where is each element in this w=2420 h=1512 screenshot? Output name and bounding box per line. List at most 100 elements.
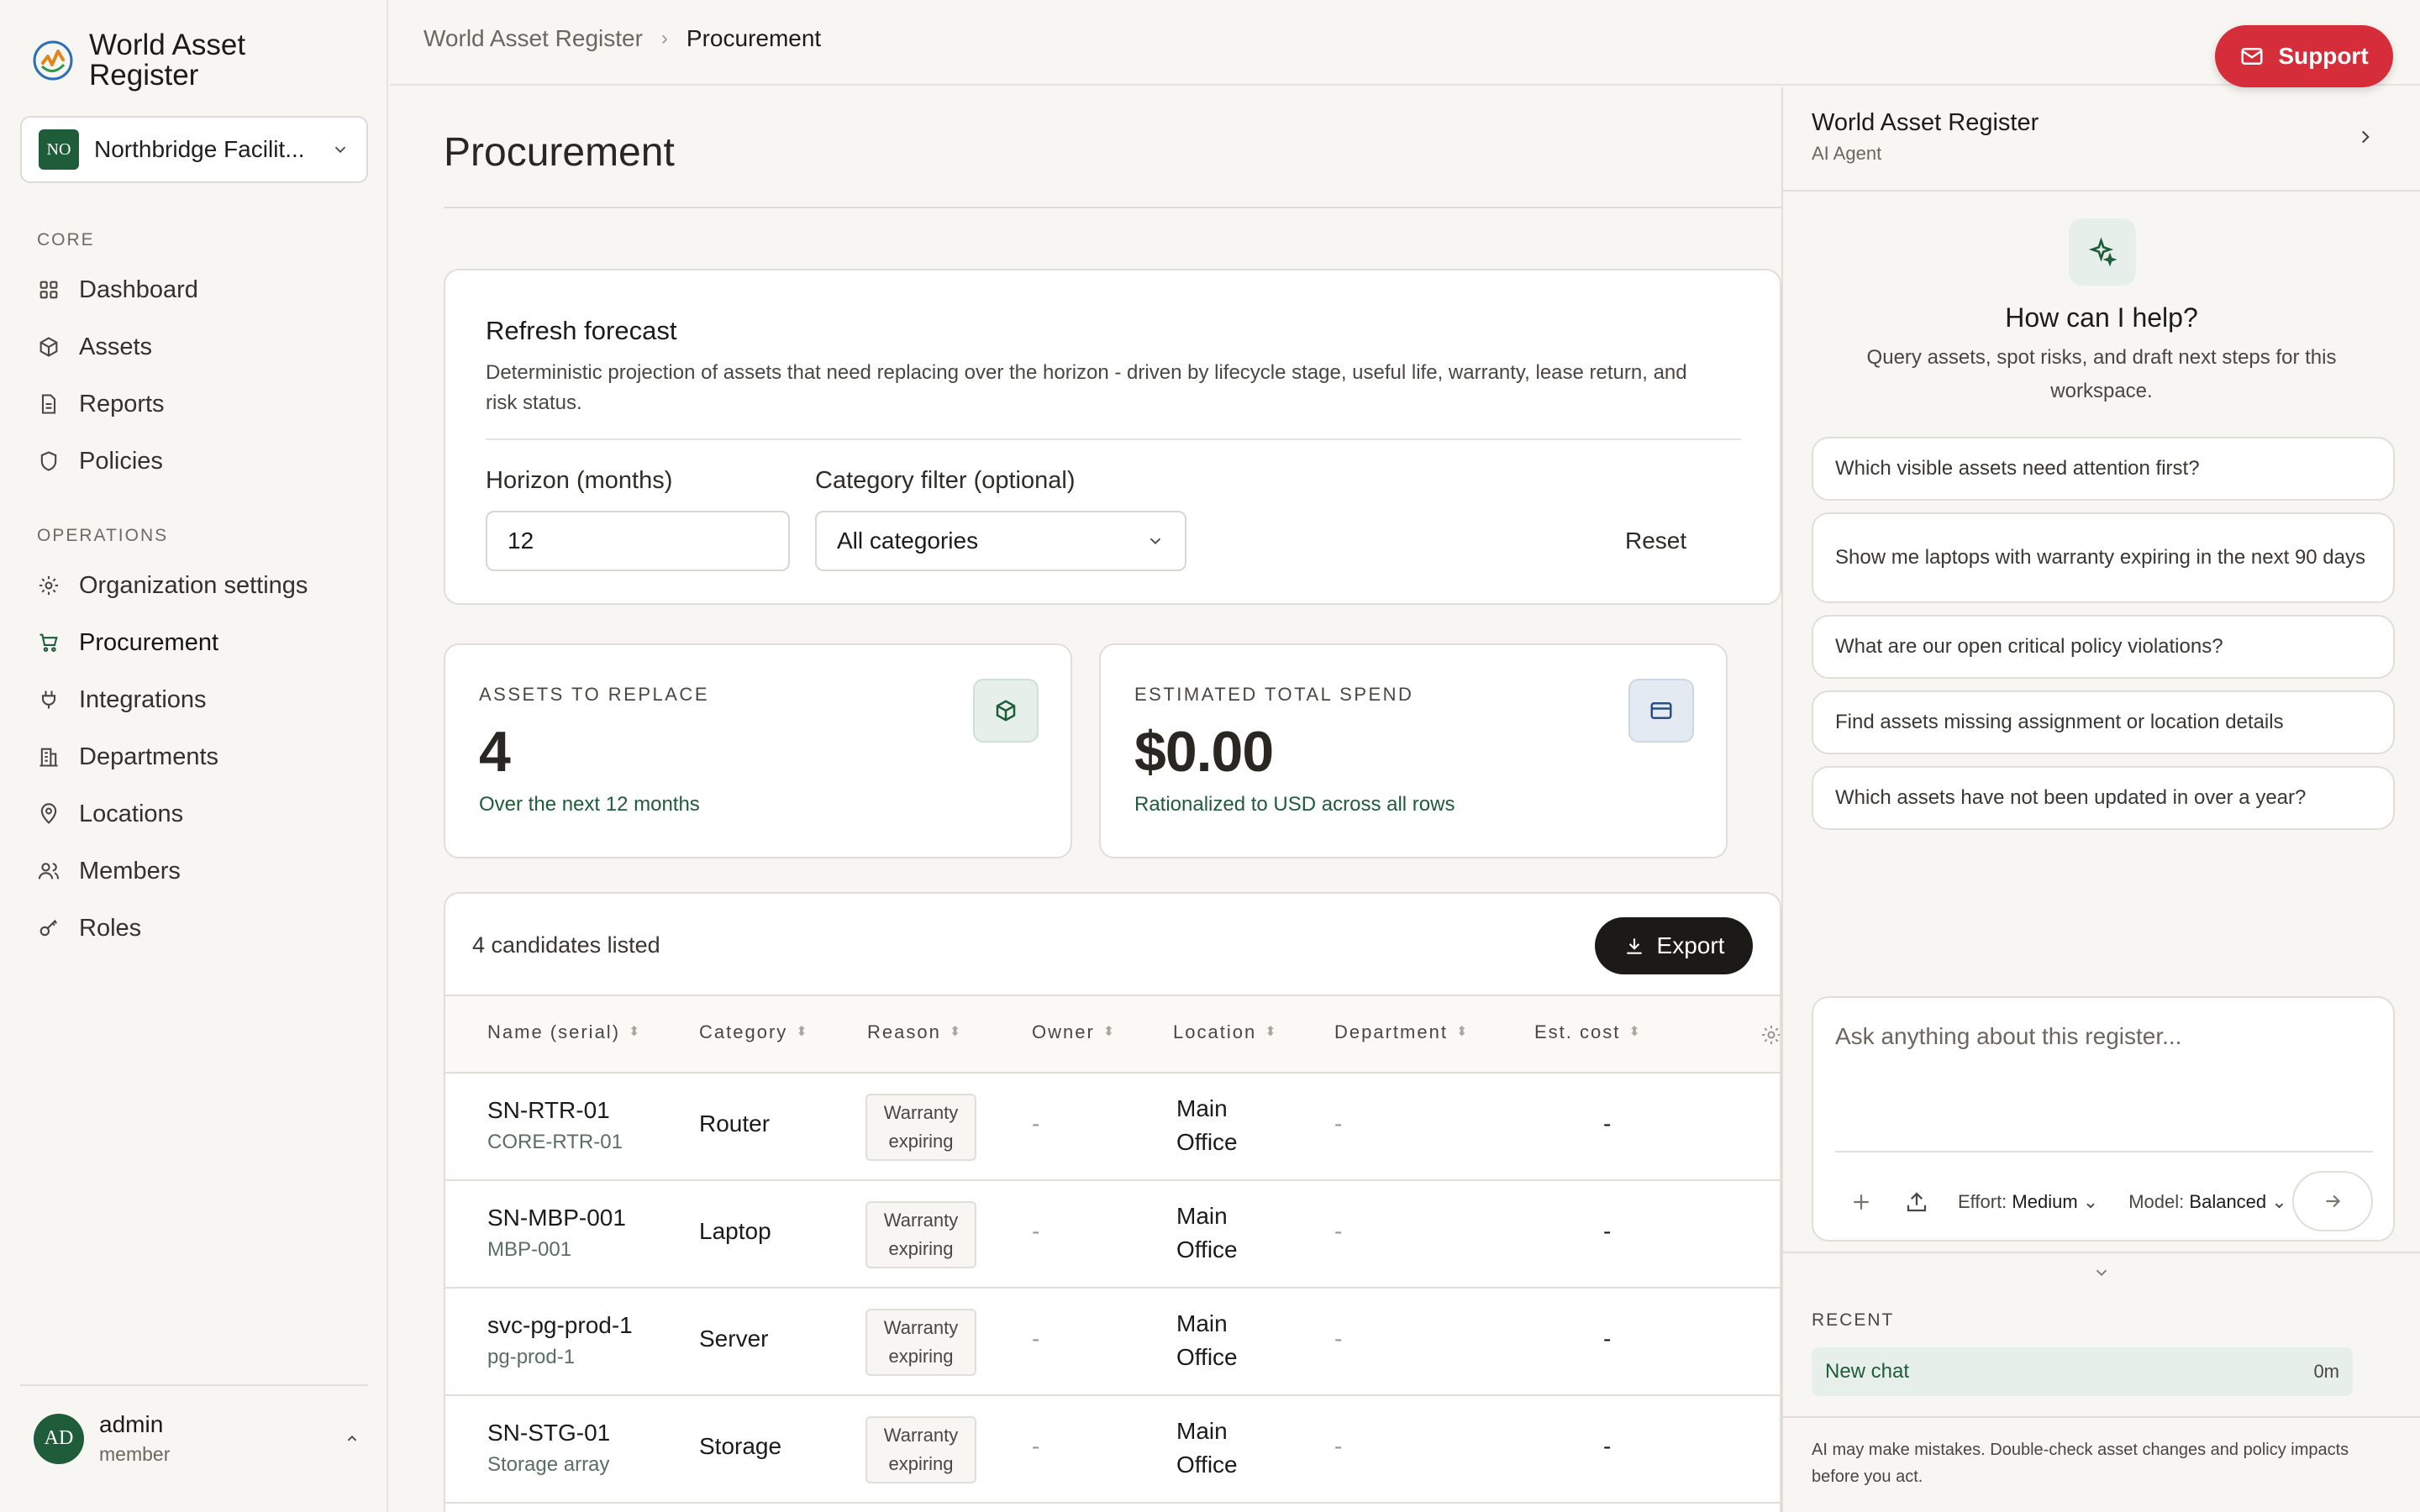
- owner-cell: -: [1032, 1110, 1040, 1137]
- sidebar-divider: [20, 1384, 368, 1386]
- support-label: Support: [2278, 43, 2369, 69]
- logo-icon: [33, 40, 73, 81]
- sidebar-item-procurement[interactable]: Procurement: [37, 622, 218, 664]
- sidebar-item-label: Procurement: [79, 628, 219, 656]
- ai-disclaimer: AI may make mistakes. Double-check asset…: [1812, 1441, 2349, 1486]
- user-name: admin: [99, 1411, 164, 1437]
- stat-label: ASSETS TO REPLACE: [479, 684, 709, 705]
- support-button[interactable]: Support: [2215, 25, 2393, 87]
- key-icon: [39, 919, 58, 937]
- horizon-input[interactable]: 12: [486, 511, 790, 571]
- brand-name: World Asset Register: [89, 29, 246, 92]
- column-header-name[interactable]: Name (serial) ⬍: [487, 1021, 641, 1043]
- category-select[interactable]: All categories: [815, 511, 1186, 571]
- asset-name: Storage array: [487, 1453, 610, 1476]
- org-switcher[interactable]: NO Northbridge Facilit...: [20, 116, 368, 183]
- column-settings-gear-icon[interactable]: [1760, 1023, 1781, 1047]
- title-divider: [444, 207, 1781, 208]
- forecast-title: Refresh forecast: [486, 316, 677, 345]
- effort-selector[interactable]: Effort: Medium ⌄: [1958, 1191, 2098, 1213]
- horizon-label: Horizon (months): [486, 467, 673, 494]
- users-icon: [38, 863, 60, 879]
- department-cell: -: [1334, 1110, 1343, 1137]
- sidebar-item-label: Assets: [79, 333, 153, 360]
- column-header-est-cost[interactable]: Est. cost ⬍: [1534, 1021, 1642, 1043]
- plus-icon[interactable]: [1849, 1189, 1874, 1215]
- upload-icon[interactable]: [1904, 1189, 1929, 1215]
- sidebar-item-label: Organization settings: [79, 571, 308, 599]
- suggestion-chip[interactable]: Show me laptops with warranty expiring i…: [1812, 512, 2395, 603]
- table-row[interactable]: svc-pg-prod-1 pg-prod-1 Server Warranty e…: [445, 1289, 1780, 1396]
- sidebar-item-organization-settings[interactable]: Organization settings: [37, 564, 308, 606]
- brand[interactable]: World Asset Register: [32, 30, 245, 91]
- column-header-location[interactable]: Location ⬍: [1173, 1021, 1278, 1043]
- mail-icon: [2241, 48, 2263, 65]
- category-filter-label: Category filter (optional): [815, 467, 1076, 494]
- column-header-department[interactable]: Department ⬍: [1334, 1021, 1469, 1043]
- category-cell: Router: [699, 1110, 771, 1137]
- chat-composer[interactable]: Ask anything about this register... Effo…: [1812, 996, 2395, 1242]
- plug-icon: [41, 690, 56, 709]
- suggestion-chip[interactable]: Find assets missing assignment or locati…: [1812, 690, 2395, 754]
- suggestion-chip[interactable]: What are our open critical policy violat…: [1812, 615, 2395, 679]
- composer-divider: [1835, 1151, 2373, 1152]
- sidebar-item-integrations[interactable]: Integrations: [37, 679, 207, 721]
- chevron-up-icon: [347, 1435, 357, 1441]
- sidebar-item-locations[interactable]: Locations: [37, 793, 183, 835]
- avatar: AD: [34, 1413, 84, 1464]
- cost-cell: -: [1603, 1110, 1612, 1137]
- location-cell: Main Office: [1176, 1418, 1238, 1478]
- ai-sparkle-badge: [2069, 218, 2136, 286]
- model-selector[interactable]: Model: Balanced ⌄: [2128, 1191, 2286, 1213]
- sidebar-item-label: Locations: [79, 800, 184, 827]
- reset-button[interactable]: Reset: [1625, 528, 1686, 554]
- nav-section-core: CORE: [37, 230, 95, 249]
- chevron-down-icon[interactable]: [2092, 1263, 2111, 1282]
- sort-icon: ⬍: [949, 1025, 963, 1039]
- sidebar-item-departments[interactable]: Departments: [37, 736, 218, 778]
- breadcrumb-root[interactable]: World Asset Register: [424, 25, 643, 52]
- breadcrumb-separator-icon: ›: [660, 27, 668, 50]
- column-header-reason[interactable]: Reason ⬍: [867, 1021, 962, 1043]
- reason-badge: Warranty expiring: [865, 1094, 976, 1161]
- export-button[interactable]: Export: [1595, 917, 1753, 974]
- download-icon: [1626, 938, 1642, 954]
- gear-icon: [39, 575, 59, 596]
- owner-cell: -: [1032, 1218, 1040, 1244]
- chevron-right-icon[interactable]: [2354, 126, 2376, 148]
- user-menu[interactable]: AD admin member: [34, 1411, 361, 1466]
- chevron-down-icon: ⌄: [2271, 1191, 2287, 1212]
- column-header-owner[interactable]: Owner ⬍: [1032, 1021, 1116, 1043]
- box-icon: [996, 700, 1016, 722]
- chat-input[interactable]: Ask anything about this register...: [1835, 1023, 2181, 1050]
- column-header-category[interactable]: Category ⬍: [699, 1021, 809, 1043]
- sidebar-item-reports[interactable]: Reports: [37, 383, 165, 425]
- category-value: All categories: [837, 528, 979, 554]
- stat-icon-box: [973, 679, 1039, 743]
- sort-icon: ⬍: [629, 1025, 642, 1039]
- suggestion-chip[interactable]: Which assets have not been updated in ov…: [1812, 766, 2395, 830]
- sidebar-item-label: Roles: [79, 914, 142, 942]
- send-button[interactable]: [2292, 1171, 2373, 1231]
- ai-panel-header[interactable]: World Asset Register AI Agent: [1783, 87, 2420, 192]
- shield-icon: [40, 451, 57, 471]
- sidebar-item-dashboard[interactable]: Dashboard: [37, 269, 198, 311]
- recent-chat-item[interactable]: New chat 0m: [1812, 1347, 2353, 1396]
- sort-icon: ⬍: [796, 1025, 809, 1039]
- sparkle-icon: [2088, 237, 2118, 267]
- export-label: Export: [1656, 932, 1725, 958]
- table-row[interactable]: SN-RTR-01 CORE-RTR-01 Router Warranty exp…: [445, 1074, 1780, 1181]
- table-header: Name (serial) ⬍ Category ⬍ Reason ⬍ Owner ⬍ …: [445, 995, 1781, 1074]
- location-cell: Main Office: [1176, 1310, 1238, 1370]
- recent-chat-title: New chat: [1825, 1360, 1910, 1383]
- sidebar-item-assets[interactable]: Assets: [37, 326, 152, 368]
- sidebar-item-policies[interactable]: Policies: [37, 440, 163, 482]
- table-row[interactable]: SN-STG-01 Storage array Storage Warranty…: [445, 1396, 1780, 1504]
- sidebar-item-roles[interactable]: Roles: [37, 907, 141, 949]
- ai-subtitle: AI Agent: [1812, 143, 1882, 164]
- table-row[interactable]: SN-MBP-001 MBP-001 Laptop Warranty expiri…: [445, 1181, 1780, 1289]
- suggestion-chip[interactable]: Which visible assets need attention firs…: [1812, 437, 2395, 501]
- sidebar: World Asset Register NO Northbridge Facil…: [0, 0, 388, 1512]
- sidebar-item-members[interactable]: Members: [37, 850, 181, 892]
- category-cell: Server: [699, 1326, 769, 1352]
